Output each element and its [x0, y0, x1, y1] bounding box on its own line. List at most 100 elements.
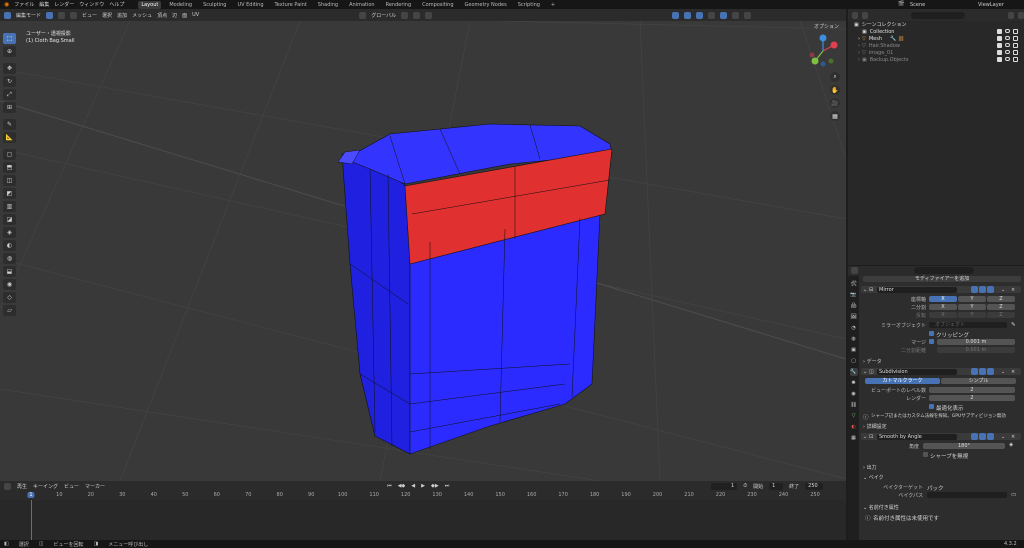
catmull-clark-tab[interactable]: カトマルクラーク	[865, 378, 940, 384]
gizmo-y-axis[interactable]	[811, 57, 819, 65]
overlay-toggle-icon[interactable]	[684, 11, 692, 19]
expand-arrow-icon[interactable]: ›	[858, 57, 860, 63]
shrink-fatten-icon[interactable]: ◉	[3, 279, 16, 290]
eye-icon[interactable]	[1005, 29, 1010, 33]
bake-target-value[interactable]: パック	[927, 484, 944, 492]
properties-editor-type-icon[interactable]	[851, 267, 858, 274]
mode-selector[interactable]: 編集モード	[16, 12, 41, 19]
outliner[interactable]: ▣ シーンコレクション ▣ Collection › ▽ Mesh 🔧 ⛓ › …	[848, 9, 1024, 265]
expand-arrow-icon[interactable]: ›	[858, 43, 860, 49]
editmode-toggle-icon[interactable]	[971, 433, 978, 440]
timeline-ruler[interactable]: 1 10 20 30 40 50 60 70 80 90 100 110 120 130 140 150 160…	[0, 491, 846, 500]
gizmo-x-axis[interactable]	[830, 41, 838, 49]
pan-hand-icon[interactable]: ✋	[830, 85, 840, 95]
viewport-toggle-icon[interactable]	[979, 368, 986, 375]
transform-orientation-select[interactable]: グローバル	[371, 12, 396, 19]
physics-tab-icon[interactable]: ◉	[850, 390, 858, 398]
edge-select-icon[interactable]	[58, 11, 66, 19]
current-frame-field[interactable]: 1	[711, 482, 738, 490]
texture-tab-icon[interactable]: ▦	[850, 434, 858, 442]
menu-edge[interactable]: 辺	[172, 12, 177, 19]
tab-animation[interactable]: Animation	[346, 1, 378, 9]
shear-icon[interactable]: ◇	[3, 292, 16, 303]
tab-uv-editing[interactable]: UV Editing	[234, 1, 266, 9]
view-layer-tab-icon[interactable]: 🖼	[850, 313, 858, 321]
tab-scripting[interactable]: Scripting	[515, 1, 543, 9]
world-tab-icon[interactable]: ◍	[850, 335, 858, 343]
camera-icon[interactable]	[1013, 50, 1018, 55]
jump-end-icon[interactable]: ⏭	[445, 483, 450, 489]
annotate-icon[interactable]: ✎	[3, 119, 16, 130]
eyedropper-icon[interactable]: ✎	[1011, 322, 1016, 328]
proportional-edit-icon[interactable]	[425, 11, 433, 19]
axis-x-toggle[interactable]: X	[929, 296, 957, 302]
viewlayer-name[interactable]: ViewLayer	[978, 2, 1004, 8]
collapse-arrow-icon[interactable]: ⌄	[863, 369, 867, 375]
tab-geometry-nodes[interactable]: Geometry Nodes	[462, 1, 510, 9]
menu-keying[interactable]: キーイング	[33, 483, 58, 490]
inset-icon[interactable]: ◫	[3, 175, 16, 186]
render-toggle-icon[interactable]	[987, 368, 994, 375]
modifier-menu-icon[interactable]: ⌄	[1001, 287, 1005, 293]
eye-icon[interactable]	[1005, 57, 1010, 61]
smooth-modifier-name[interactable]: Smooth by Angle	[877, 433, 957, 440]
viewport-toggle-icon[interactable]	[979, 286, 986, 293]
bake-path-field[interactable]	[927, 492, 1007, 498]
exclude-checkbox[interactable]	[997, 43, 1002, 48]
tab-shading[interactable]: Shading	[315, 1, 341, 9]
jump-start-icon[interactable]: ⏮	[387, 483, 392, 489]
axis-y-toggle[interactable]: Y	[958, 296, 986, 302]
render-levels-field[interactable]: 2	[929, 395, 1015, 401]
menu-help[interactable]: ヘルプ	[109, 1, 124, 8]
output-panel-header[interactable]: › 出力	[863, 464, 877, 471]
data-tab-icon[interactable]: ▽	[850, 412, 858, 420]
spin-icon[interactable]: ◐	[3, 240, 16, 251]
eye-icon[interactable]	[1005, 50, 1010, 54]
axis-z-toggle[interactable]: Z	[987, 296, 1015, 302]
tab-layout[interactable]: Layout	[138, 0, 162, 9]
outliner-item-mesh[interactable]: › ▽ Mesh 🔧 ⛓	[848, 35, 1024, 42]
scene-icon[interactable]: 🎬	[898, 1, 904, 7]
select-box-icon[interactable]: ⬚	[3, 33, 16, 44]
rip-region-icon[interactable]: ▱	[3, 305, 16, 316]
3d-viewport[interactable]: 編集モード ビュー 選択 追加 メッシュ 頂点 辺 面 UV グローバル オプシ…	[0, 9, 846, 481]
gizmo-neg-x[interactable]	[809, 52, 815, 58]
menu-render[interactable]: レンダー	[54, 1, 74, 8]
face-select-icon[interactable]	[70, 11, 78, 19]
prev-key-icon[interactable]: ◀◆	[398, 483, 406, 489]
expand-arrow-icon[interactable]: ›	[858, 36, 860, 42]
tab-sculpting[interactable]: Sculpting	[200, 1, 229, 9]
tab-modeling[interactable]: Modeling	[166, 1, 195, 9]
modifier-remove-icon[interactable]: ×	[1011, 369, 1015, 375]
vertex-select-icon[interactable]	[46, 11, 54, 19]
add-modifier-button[interactable]: モディファイアーを追加	[863, 276, 1021, 282]
object-tab-icon[interactable]: ▢	[850, 357, 858, 365]
mirror-object-field[interactable]: オブジェクト	[929, 322, 1007, 328]
gizmo-toggle-icon[interactable]	[672, 11, 680, 19]
scene-tab-icon[interactable]: ◔	[850, 324, 858, 332]
eye-icon[interactable]	[1005, 36, 1010, 40]
bevel-icon[interactable]: ◩	[3, 188, 16, 199]
transform-icon[interactable]: ⊞	[3, 102, 16, 113]
collection-tab-icon[interactable]: ▣	[850, 346, 858, 354]
menu-add[interactable]: 追加	[117, 12, 127, 19]
menu-window[interactable]: ウィンドウ	[79, 1, 104, 8]
ignore-sharp-checkbox[interactable]	[923, 452, 928, 457]
menu-view[interactable]: ビュー	[82, 12, 97, 19]
smooth-icon[interactable]: ◍	[3, 253, 16, 264]
constraints-tab-icon[interactable]: ⛓	[850, 401, 858, 409]
tab-texture-paint[interactable]: Texture Paint	[272, 1, 310, 9]
outliner-item-hair-shadow[interactable]: › ▽ Hair.Shadow	[848, 42, 1024, 49]
shading-material-icon[interactable]	[732, 11, 740, 19]
rotate-icon[interactable]: ↻	[3, 76, 16, 87]
shading-wire-icon[interactable]	[708, 11, 716, 19]
editmode-toggle-icon[interactable]	[971, 286, 978, 293]
properties-search-input[interactable]	[914, 267, 974, 274]
menu-marker[interactable]: マーカー	[85, 483, 105, 490]
render-toggle-icon[interactable]	[987, 433, 994, 440]
simple-tab[interactable]: シンプル	[941, 378, 1016, 384]
cursor-icon[interactable]: ⊕	[3, 46, 16, 57]
folder-icon[interactable]: ▭	[1011, 492, 1016, 498]
shading-rendered-icon[interactable]	[744, 11, 752, 19]
modifier-menu-icon[interactable]: ⌄	[1001, 369, 1005, 375]
